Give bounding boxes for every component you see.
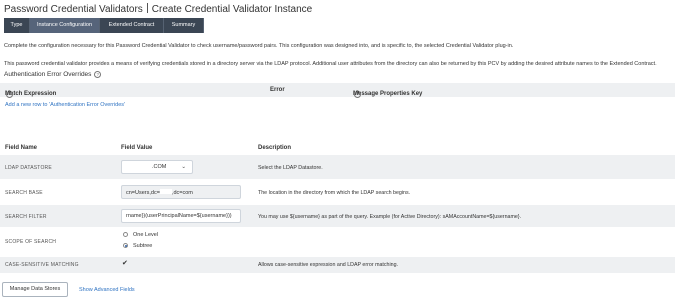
field-row-scope-of-search: SCOPE OF SEARCH One Level Subtree [0, 228, 675, 256]
tab-summary[interactable]: Summary [164, 18, 204, 33]
radio-label: Subtree [133, 243, 153, 249]
breadcrumb-current: Create Credential Validator Instance [151, 4, 313, 15]
tab-type[interactable]: Type [4, 18, 30, 33]
breadcrumb-parent[interactable]: Password Credential Validators [4, 4, 143, 15]
info-icon[interactable]: ? [6, 91, 13, 98]
column-field-value: Field Value [121, 145, 153, 151]
ldap-datastore-select[interactable]: .COM ⌄ [121, 160, 193, 174]
info-icon[interactable]: ? [354, 91, 361, 98]
field-row-ldap-datastore: LDAP DATASTORE .COM ⌄ Select the LDAP Da… [0, 155, 675, 179]
column-description: Description [258, 145, 292, 151]
column-message-label: Message Properties Key [353, 91, 423, 97]
chevron-down-icon: ⌄ [181, 164, 186, 170]
radio-button[interactable] [123, 243, 128, 248]
field-label: CASE-SENSITIVE MATCHING [5, 262, 79, 268]
column-field-name: Field Name [5, 145, 38, 151]
redacted-block [159, 189, 172, 194]
radio-option-one-level[interactable]: One Level [123, 232, 158, 238]
breadcrumb-separator [146, 3, 148, 13]
radio-button[interactable] [123, 232, 128, 237]
radio-option-subtree[interactable]: Subtree [123, 243, 152, 249]
info-icon[interactable]: ? [94, 71, 102, 78]
wizard-tabs: Type Instance Configuration Extended Con… [4, 18, 204, 33]
overrides-title-text: Authentication Error Overrides [4, 71, 92, 78]
input-value-prefix: cn=Users,dc= [126, 190, 160, 196]
field-description: The location in the directory from which… [258, 190, 411, 196]
input-value-suffix: ,dc=com [171, 190, 193, 196]
input-value: rname})(userPrincipalName=${username})) [126, 213, 232, 219]
search-base-input[interactable]: cn=Users,dc= ,dc=com [121, 185, 241, 199]
tab-extended-contract[interactable]: Extended Contract [100, 18, 164, 33]
add-override-row-link[interactable]: Add a new row to 'Authentication Error O… [5, 102, 125, 108]
overrides-table-header: Match Expression ? Error Message Propert… [0, 83, 675, 98]
field-label: LDAP DATASTORE [5, 165, 52, 171]
field-label: SEARCH BASE [5, 190, 43, 196]
show-advanced-fields-link[interactable]: Show Advanced Fields [79, 287, 135, 293]
field-label: SCOPE OF SEARCH [5, 239, 57, 245]
selected-value: .COM [152, 164, 167, 170]
page-title: Password Credential Validators Create Cre… [4, 3, 312, 15]
intro-text-1: Complete the configuration necessary for… [4, 43, 514, 49]
overrides-title: Authentication Error Overrides ? [4, 71, 102, 78]
field-description: Select the LDAP Datastore. [258, 165, 323, 171]
search-filter-input[interactable]: rname})(userPrincipalName=${username})) [121, 209, 241, 223]
tab-instance-configuration[interactable]: Instance Configuration [30, 18, 100, 33]
manage-data-stores-button[interactable]: Manage Data Stores [2, 282, 68, 297]
field-row-case-sensitive: CASE-SENSITIVE MATCHING ✔ Allows case-se… [0, 257, 675, 273]
field-row-search-base: SEARCH BASE cn=Users,dc= ,dc=com The loca… [0, 180, 675, 204]
radio-label: One Level [133, 232, 159, 238]
checkmark-icon[interactable]: ✔ [122, 259, 128, 267]
field-description: You may use ${username} as part of the q… [258, 214, 522, 220]
column-error: Error [270, 87, 285, 93]
intro-text-2: This password credential validator provi… [4, 61, 657, 67]
field-label: SEARCH FILTER [5, 214, 47, 220]
field-description: Allows case-sensitive expression and LDA… [258, 262, 399, 268]
field-row-search-filter: SEARCH FILTER rname})(userPrincipalName=… [0, 205, 675, 227]
